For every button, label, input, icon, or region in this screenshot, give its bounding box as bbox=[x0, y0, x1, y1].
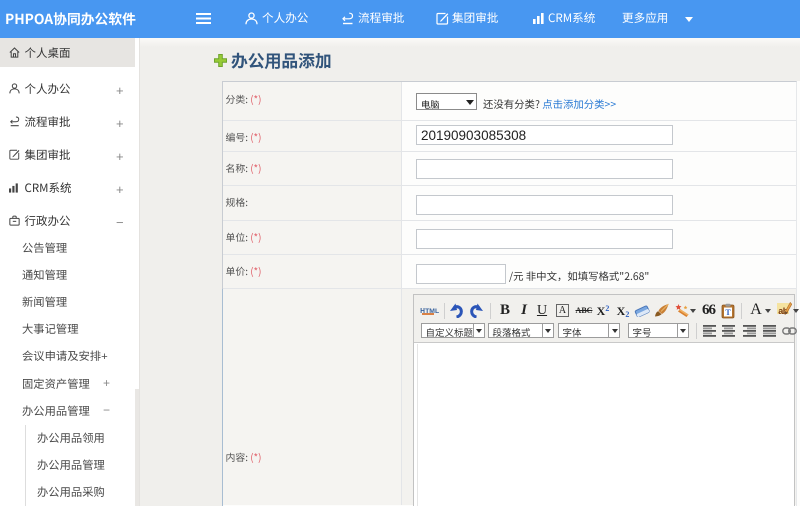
svg-text:T: T bbox=[725, 308, 731, 317]
